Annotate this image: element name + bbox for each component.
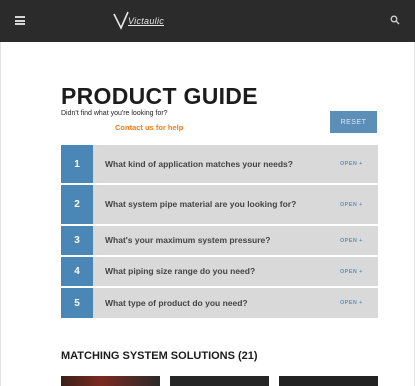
step-question: What's your maximum system pressure? xyxy=(105,235,271,246)
help-prompt-text: Didn't find what you're looking for? xyxy=(61,110,168,117)
step-body: What kind of application matches your ne… xyxy=(93,145,378,183)
contact-us-link[interactable]: Contact us for help xyxy=(115,123,183,132)
open-toggle[interactable]: OPEN + xyxy=(340,269,378,275)
guide-step-4[interactable]: 4 What piping size range do you need? OP… xyxy=(61,257,378,286)
step-number: 2 xyxy=(61,185,93,224)
open-toggle[interactable]: OPEN + xyxy=(340,238,378,244)
reset-button[interactable]: RESET xyxy=(330,111,377,133)
step-number: 1 xyxy=(61,145,93,183)
solution-thumbnail[interactable] xyxy=(170,376,269,386)
step-question: What piping size range do you need? xyxy=(105,266,256,277)
top-navigation-bar: Victaulic xyxy=(0,0,415,42)
logo-text: Victaulic xyxy=(128,16,165,26)
search-icon[interactable] xyxy=(390,15,400,25)
solution-thumbnail[interactable] xyxy=(279,376,378,386)
step-question: What system pipe material are you lookin… xyxy=(105,199,297,210)
step-body: What piping size range do you need? OPEN… xyxy=(93,257,378,286)
step-question: What kind of application matches your ne… xyxy=(105,158,293,169)
step-number: 5 xyxy=(61,288,93,318)
step-body: What type of product do you need? OPEN + xyxy=(93,288,378,318)
hamburger-menu-icon[interactable] xyxy=(15,16,25,25)
guide-steps-list: 1 What kind of application matches your … xyxy=(61,145,378,320)
guide-step-1[interactable]: 1 What kind of application matches your … xyxy=(61,145,378,183)
step-body: What's your maximum system pressure? OPE… xyxy=(93,226,378,255)
open-toggle[interactable]: OPEN + xyxy=(340,161,378,167)
step-body: What system pipe material are you lookin… xyxy=(93,185,378,224)
open-toggle[interactable]: OPEN + xyxy=(340,300,378,306)
victaulic-logo[interactable]: Victaulic xyxy=(112,10,182,32)
guide-step-5[interactable]: 5 What type of product do you need? OPEN… xyxy=(61,288,378,318)
step-number: 4 xyxy=(61,257,93,286)
step-question: What type of product do you need? xyxy=(105,297,248,308)
matching-solutions-heading: MATCHING SYSTEM SOLUTIONS (21) xyxy=(61,350,258,362)
guide-step-3[interactable]: 3 What's your maximum system pressure? O… xyxy=(61,226,378,255)
solution-thumbnail[interactable] xyxy=(61,376,160,386)
open-toggle[interactable]: OPEN + xyxy=(340,202,378,208)
page-title: PRODUCT GUIDE xyxy=(61,83,258,109)
guide-step-2[interactable]: 2 What system pipe material are you look… xyxy=(61,185,378,224)
step-number: 3 xyxy=(61,226,93,255)
